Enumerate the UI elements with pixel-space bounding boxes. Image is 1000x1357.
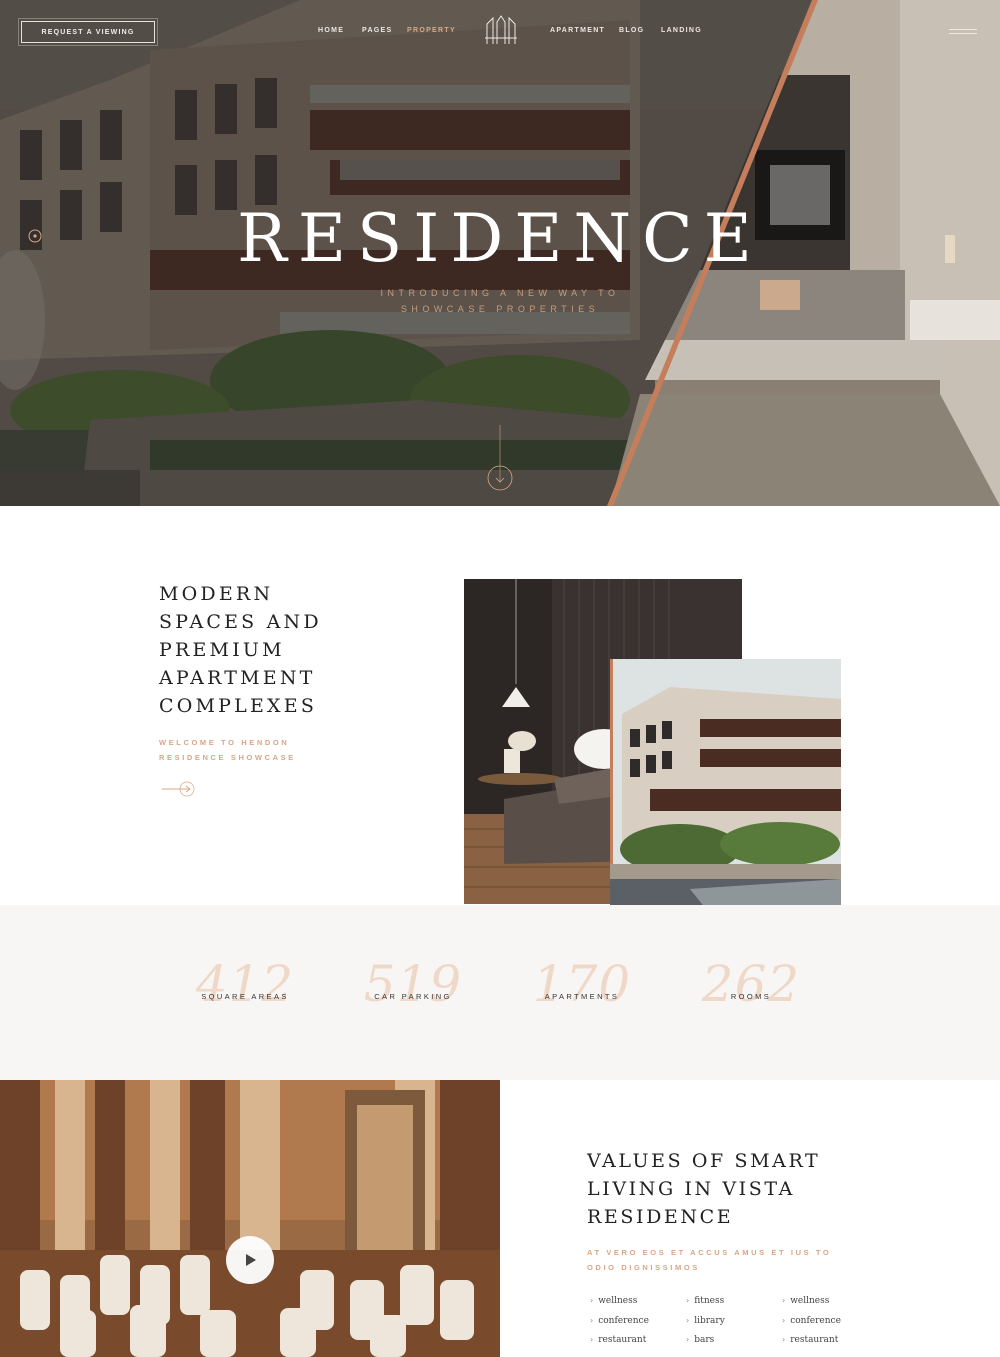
intro-subtitle: WELCOME TO HENDON RESIDENCE SHOWCASE (159, 735, 296, 765)
nav-apartment[interactable]: APARTMENT (550, 27, 605, 34)
feature-item[interactable]: › restaurant (590, 1335, 646, 1345)
chevron-right-icon: › (590, 1316, 594, 1325)
intro-subtitle-line-1: WELCOME TO HENDON (159, 738, 290, 747)
feature-label: library (694, 1316, 725, 1326)
nav-property[interactable]: PROPERTY (407, 27, 456, 34)
stats-section: 412 SQUARE AREAS 519 CAR PARKING 170 APA… (0, 905, 1000, 1080)
feature-item[interactable]: › fitness (686, 1296, 724, 1306)
menu-icon[interactable] (949, 29, 977, 35)
intro-title-line-1: MODERN (159, 583, 274, 605)
feature-label: fitness (694, 1296, 725, 1306)
hall-image (0, 1080, 500, 1357)
stat-label: APARTMENTS (544, 992, 620, 1001)
nav-pages[interactable]: PAGES (362, 27, 393, 34)
feature-item[interactable]: › wellness (782, 1296, 829, 1306)
intro-title-line-3: PREMIUM (159, 639, 285, 661)
intro-title: MODERN SPACES AND PREMIUM APARTMENT COMP… (159, 580, 322, 720)
feature-label: restaurant (790, 1335, 839, 1345)
feature-label: conference (790, 1316, 841, 1326)
chevron-right-icon: › (590, 1335, 594, 1344)
values-subtitle: AT VERO EOS ET ACCUS AMUS ET IUS TO ODIO… (587, 1245, 831, 1275)
stat-apartments: 170 APARTMENTS (522, 955, 642, 1035)
values-title-line-3: RESIDENCE (587, 1206, 734, 1228)
values-title-line-2: LIVING IN VISTA (587, 1178, 795, 1200)
feature-label: restaurant (598, 1335, 647, 1345)
chevron-right-icon: › (782, 1335, 786, 1344)
chevron-right-icon: › (686, 1296, 690, 1305)
nav-landing[interactable]: LANDING (661, 27, 702, 34)
hero-subtitle-line-2: SHOWCASE PROPERTIES (400, 304, 600, 314)
logo-icon[interactable] (483, 14, 519, 46)
intro-title-line-4: APARTMENT (159, 667, 316, 689)
intro-title-line-5: COMPLEXES (159, 695, 318, 717)
chevron-right-icon: › (686, 1335, 690, 1344)
building-image (610, 659, 841, 940)
feature-item[interactable]: › conference (590, 1316, 649, 1326)
nav-home[interactable]: HOME (318, 27, 344, 34)
request-viewing-button[interactable]: REQUEST A VIEWING (18, 18, 158, 46)
arrow-right-icon[interactable] (160, 780, 196, 798)
stat-rooms: 262 ROOMS (691, 955, 811, 1035)
feature-item[interactable]: › restaurant (782, 1335, 838, 1345)
stat-label: ROOMS (730, 992, 772, 1001)
stat-label: CAR PARKING (374, 992, 452, 1001)
hero-subtitle-line-1: INTRODUCING A NEW WAY TO (380, 288, 620, 298)
values-subtitle-line-1: AT VERO EOS ET ACCUS AMUS ET IUS TO (587, 1248, 832, 1257)
scroll-down-icon[interactable] (487, 425, 513, 491)
hero-section: REQUEST A VIEWING HOME PAGES PROPERTY AP… (0, 0, 1000, 506)
play-icon[interactable] (225, 1235, 275, 1285)
feature-label: wellness (598, 1296, 638, 1306)
stat-square-areas: 412 SQUARE AREAS (185, 955, 305, 1035)
chevron-right-icon: › (782, 1296, 786, 1305)
stat-car-parking: 519 CAR PARKING (353, 955, 473, 1035)
feature-label: wellness (790, 1296, 830, 1306)
feature-item[interactable]: › conference (782, 1316, 841, 1326)
values-title: VALUES OF SMART LIVING IN VISTA RESIDENC… (587, 1147, 820, 1231)
stat-number: 519 (363, 955, 463, 1013)
stat-number: 170 (532, 955, 632, 1013)
stat-number: 262 (701, 955, 801, 1013)
feature-item[interactable]: › library (686, 1316, 725, 1326)
hero-subtitle: INTRODUCING A NEW WAY TO SHOWCASE PROPER… (0, 285, 1000, 317)
nav-blog[interactable]: BLOG (619, 27, 644, 34)
values-subtitle-line-2: ODIO DIGNISSIMOS (587, 1263, 700, 1272)
values-title-line-1: VALUES OF SMART (587, 1150, 821, 1172)
hero-title: RESIDENCE (237, 200, 763, 277)
stat-label: SQUARE AREAS (201, 992, 289, 1001)
chevron-right-icon: › (590, 1296, 594, 1305)
feature-label: bars (694, 1335, 715, 1345)
feature-item[interactable]: › wellness (590, 1296, 637, 1306)
chevron-right-icon: › (782, 1316, 786, 1325)
chevron-right-icon: › (686, 1316, 690, 1325)
intro-title-line-2: SPACES AND (159, 611, 322, 633)
stat-number: 412 (195, 955, 295, 1013)
intro-subtitle-line-2: RESIDENCE SHOWCASE (159, 753, 296, 762)
feature-label: conference (598, 1316, 649, 1326)
feature-item[interactable]: › bars (686, 1335, 714, 1345)
